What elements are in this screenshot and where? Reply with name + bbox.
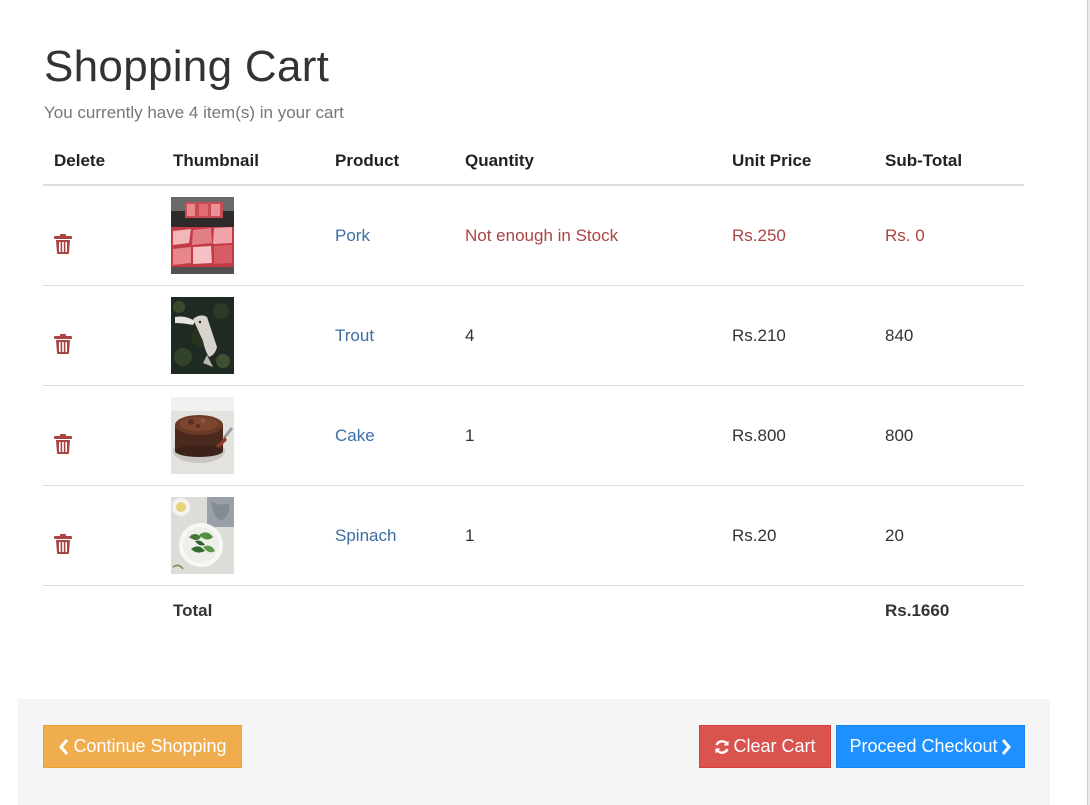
chocolate-cake-image (171, 397, 234, 474)
product-cell: Pork (335, 185, 465, 286)
thumbnail-cell (171, 185, 335, 286)
product-cell: Cake (335, 385, 465, 486)
total-label: Total (173, 601, 213, 620)
header-unit-price: Unit Price (732, 137, 885, 186)
quantity-cell: 1 (465, 385, 732, 486)
quantity-cell: 1 (465, 485, 732, 586)
header-product: Product (335, 137, 465, 186)
trash-icon[interactable] (54, 334, 72, 354)
header-thumbnail: Thumbnail (173, 137, 335, 186)
product-link[interactable]: Trout (335, 326, 374, 345)
product-cell: Spinach (335, 485, 465, 586)
cart-row-spinach: Spinach 1 Rs.20 20 (43, 485, 1024, 586)
quantity-cell: 4 (465, 285, 732, 386)
thumbnail-cell (171, 285, 335, 386)
unit-price-cell: Rs.210 (732, 285, 885, 386)
trash-icon[interactable] (54, 234, 72, 254)
product-link[interactable]: Pork (335, 226, 370, 245)
delete-cell (43, 385, 173, 486)
cart-row-cake: Cake 1 Rs.800 800 (43, 385, 1024, 486)
clear-cart-button[interactable]: Clear Cart (699, 725, 831, 768)
header-delete: Delete (43, 137, 173, 186)
trash-icon[interactable] (54, 434, 72, 454)
subtotal-cell: Rs. 0 (885, 185, 1024, 286)
page-title: Shopping Cart (44, 42, 330, 91)
delete-cell (43, 185, 173, 286)
delete-cell (43, 285, 173, 386)
cart-table: Delete Thumbnail Product Quantity Unit P… (43, 137, 1024, 636)
cart-row-trout: Trout 4 Rs.210 840 (43, 285, 1024, 386)
clear-cart-label: Clear Cart (733, 736, 816, 756)
subtotal-cell: 840 (885, 285, 1024, 386)
cart-total-row: Total Rs.1660 (43, 586, 1024, 637)
cart-item-count: You currently have 4 item(s) in your car… (44, 103, 344, 122)
product-link[interactable]: Cake (335, 426, 375, 445)
subtotal-cell: 800 (885, 385, 1024, 486)
unit-price-cell: Rs.800 (732, 385, 885, 486)
product-link[interactable]: Spinach (335, 526, 396, 545)
unit-price-cell: Rs.20 (732, 485, 885, 586)
proceed-checkout-button[interactable]: Proceed Checkout (836, 725, 1025, 768)
continue-shopping-label: Continue Shopping (73, 736, 227, 756)
delete-cell (43, 485, 173, 586)
subtotal-cell: 20 (885, 485, 1024, 586)
chevron-right-icon (1001, 738, 1011, 755)
refresh-icon (715, 739, 730, 754)
chevron-left-icon (59, 738, 69, 755)
total-value: Rs.1660 (885, 601, 950, 620)
continue-shopping-button[interactable]: Continue Shopping (43, 725, 242, 768)
unit-price-cell: Rs.250 (732, 185, 885, 286)
spinach-bowl-image (171, 497, 234, 574)
cart-actions-bar: Continue Shopping Clear Cart Proceed Che… (18, 699, 1050, 805)
header-quantity: Quantity (465, 137, 732, 186)
cart-table-header: Delete Thumbnail Product Quantity Unit P… (43, 137, 1024, 186)
thumbnail-cell (171, 485, 335, 586)
cart-row-pork: Pork Not enough in Stock Rs.250 Rs. 0 (43, 185, 1024, 286)
trout-fish-image (171, 297, 234, 374)
pork-meat-tray-image (171, 197, 234, 274)
header-subtotal: Sub-Total (885, 137, 1024, 186)
proceed-checkout-label: Proceed Checkout (849, 736, 998, 756)
quantity-cell: Not enough in Stock (465, 185, 732, 286)
product-cell: Trout (335, 285, 465, 386)
thumbnail-cell (171, 385, 335, 486)
trash-icon[interactable] (54, 534, 72, 554)
